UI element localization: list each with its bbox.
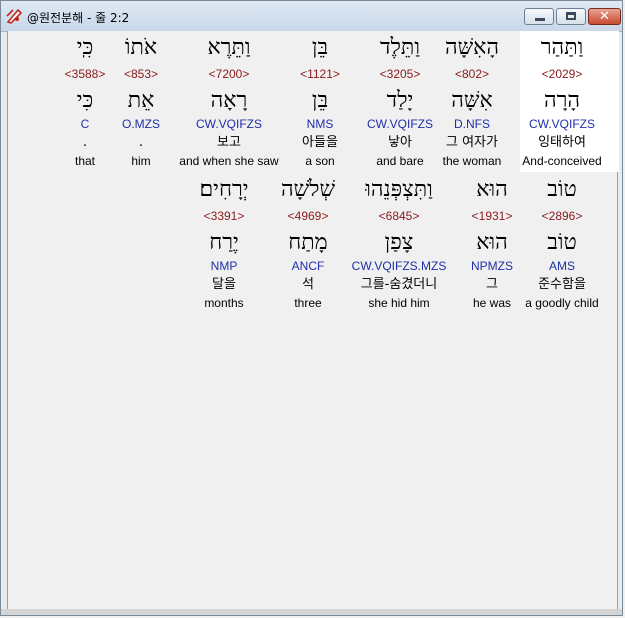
maximize-icon xyxy=(566,12,576,20)
strong-number-link[interactable]: <2896> xyxy=(502,209,622,223)
morphology-code: CW.VQIFZS xyxy=(529,117,595,131)
english-gloss: And-conceived xyxy=(522,154,602,168)
minimize-button[interactable] xyxy=(524,8,554,25)
app-window: @원전분해 - 줄 2:2 ✕ כִּֽי <3588> כִּי C. that אֹת… xyxy=(0,0,623,616)
korean-gloss: 잉태하여 xyxy=(538,135,586,150)
morphology-code: AMS xyxy=(548,259,575,273)
hebrew-word[interactable]: טוֹב xyxy=(502,177,622,203)
window-title: @원전분해 - 줄 2:2 xyxy=(27,11,130,25)
title-bar[interactable]: @원전분해 - 줄 2:2 ✕ xyxy=(1,1,622,32)
hebrew-lemma: טוֹב xyxy=(547,230,577,255)
window-bottom-edge xyxy=(1,609,622,615)
hebrew-lemma: הָרָה xyxy=(543,88,581,113)
minimize-icon xyxy=(535,18,545,21)
close-button[interactable]: ✕ xyxy=(588,8,621,25)
app-icon xyxy=(6,8,23,24)
close-icon: ✕ xyxy=(599,9,610,24)
maximize-button[interactable] xyxy=(556,8,586,25)
korean-gloss: 준수함을 xyxy=(538,277,586,292)
interlinear-panel: כִּֽי <3588> כִּי C. that אֹתוֹ <853> אֵת O.MZS.… xyxy=(7,31,619,611)
strong-number-link[interactable]: <2029> xyxy=(502,67,622,81)
hebrew-word[interactable]: וַתַּהַר xyxy=(502,35,622,61)
english-gloss: a goodly child xyxy=(525,296,599,310)
